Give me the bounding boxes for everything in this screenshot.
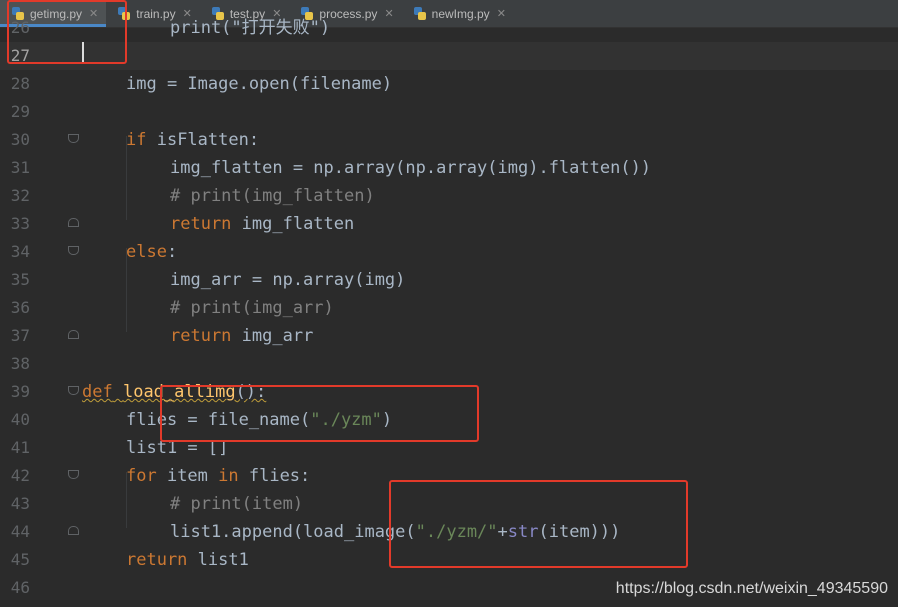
code-line: 34 else: — [0, 238, 898, 266]
annotation-box-tab — [7, 0, 127, 64]
line-number: 40 — [10, 410, 30, 429]
fold-end-icon[interactable] — [68, 330, 79, 339]
code-line: 29 — [0, 98, 898, 126]
line-number: 30 — [10, 130, 30, 149]
line-number: 35 — [10, 270, 30, 289]
line-code: return img_arr — [170, 326, 314, 346]
line-number: 29 — [10, 102, 30, 121]
line-number: 33 — [10, 214, 30, 233]
line-code: print("打开失败") — [170, 18, 331, 38]
line-comment: # print(item) — [170, 494, 304, 514]
line-number: 42 — [10, 466, 30, 485]
line-number: 31 — [10, 158, 30, 177]
code-line: 38 — [0, 350, 898, 378]
line-number: 38 — [10, 354, 30, 373]
line-number: 34 — [10, 242, 30, 261]
annotation-box-append — [389, 480, 688, 568]
code-line: 36 # print(img_arr) — [0, 294, 898, 322]
line-number: 37 — [10, 326, 30, 345]
line-code: else: — [126, 242, 178, 262]
fold-end-icon[interactable] — [68, 218, 79, 227]
line-number: 45 — [10, 550, 30, 569]
fold-toggle-icon[interactable] — [68, 134, 79, 143]
watermark-url: https://blog.csdn.net/weixin_49345590 — [615, 580, 888, 597]
code-line: 31 img_flatten = np.array(np.array(img).… — [0, 154, 898, 182]
line-code: return img_flatten — [170, 214, 355, 234]
code-line: 30 if isFlatten: — [0, 126, 898, 154]
code-line: 28 img = Image.open(filename) — [0, 70, 898, 98]
line-code: return list1 — [126, 550, 249, 570]
line-number: 41 — [10, 438, 30, 457]
fold-toggle-icon[interactable] — [68, 386, 79, 395]
code-line: 37 return img_arr — [0, 322, 898, 350]
line-number: 46 — [10, 578, 30, 597]
fold-end-icon[interactable] — [68, 526, 79, 535]
line-number: 36 — [10, 298, 30, 317]
annotation-box-file-name — [160, 385, 479, 442]
code-line: 33 return img_flatten — [0, 210, 898, 238]
code-line-current: 27 — [0, 42, 898, 70]
line-code: img_flatten = np.array(np.array(img).fla… — [170, 158, 652, 178]
code-line: 26 print("打开失败") — [0, 14, 898, 42]
line-code: img_arr = np.array(img) — [170, 270, 406, 290]
line-number: 43 — [10, 494, 30, 513]
code-line: 35 img_arr = np.array(img) — [0, 266, 898, 294]
fold-toggle-icon[interactable] — [68, 470, 79, 479]
fold-toggle-icon[interactable] — [68, 246, 79, 255]
line-code: img = Image.open(filename) — [126, 74, 393, 94]
line-comment: # print(img_arr) — [170, 298, 334, 318]
line-number: 44 — [10, 522, 30, 541]
line-number: 28 — [10, 74, 30, 93]
code-line: 32 # print(img_flatten) — [0, 182, 898, 210]
line-comment: # print(img_flatten) — [170, 186, 375, 206]
line-number: 39 — [10, 382, 30, 401]
line-number: 32 — [10, 186, 30, 205]
line-code: if isFlatten: — [126, 130, 260, 150]
line-code: for item in flies: — [126, 466, 311, 486]
